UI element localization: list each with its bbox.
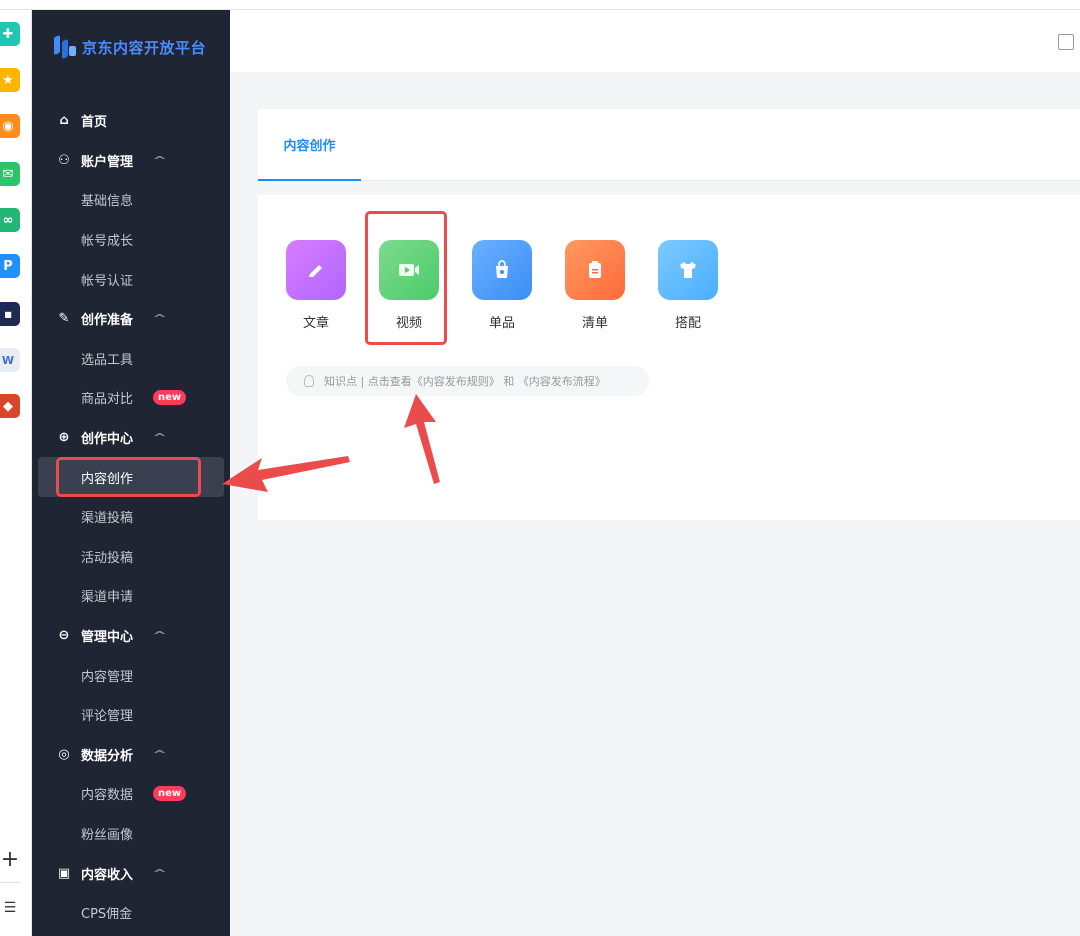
sidebar-item-label: 活动投稿 <box>81 550 134 566</box>
sidebar-item-12[interactable]: 渠道申请 <box>32 576 230 616</box>
sidebar-group-1[interactable]: ⚇ 账户管理 ^ <box>32 141 230 181</box>
sidebar-item-label: 创作中心 <box>81 432 134 448</box>
tip-bar[interactable]: 知识点 | 点击查看《内容发布规则》 和 《内容发布流程》 <box>286 366 649 396</box>
dock-game-icon[interactable]: ◆ <box>0 394 20 418</box>
chevron-up-icon[interactable]: ^ <box>152 629 167 642</box>
bag-icon[interactable] <box>472 240 532 300</box>
dock-app-icon[interactable]: ✚ <box>0 22 20 46</box>
sidebar-group-0[interactable]: ⌂ 首页 <box>32 101 230 141</box>
chevron-up-icon[interactable]: ^ <box>152 431 167 444</box>
sidebar-item-18[interactable]: 粉丝画像 <box>32 814 230 854</box>
content-type-2[interactable]: 单品 <box>472 240 532 331</box>
dock-mail-icon[interactable]: ✉ <box>0 162 20 186</box>
sidebar-item-label: 首页 <box>81 115 108 131</box>
sidebar-group-16[interactable]: ◎ 数据分析 ^ <box>32 735 230 775</box>
sidebar-item-label: 选品工具 <box>81 352 134 368</box>
chat-icon: ⊖ <box>58 628 70 644</box>
sidebar-group-8[interactable]: ⊕ 创作中心 ^ <box>32 418 230 458</box>
tip-text: 知识点 | 点击查看《内容发布规则》 和 《内容发布流程》 <box>324 375 606 388</box>
sidebar-nav: ⌂ 首页 ⚇ 账户管理 ^ 基础信息帐号成长帐号认证 ✎ 创作准备 ^ 选品工具商品对比 new ⊕ 创… <box>32 101 230 932</box>
chevron-up-icon[interactable]: ^ <box>152 154 167 167</box>
sidebar-item-11[interactable]: 活动投稿 <box>32 537 230 577</box>
sidebar-item-label: 管理中心 <box>81 630 134 646</box>
lightbulb-icon <box>304 375 314 387</box>
sidebar-item-3[interactable]: 帐号成长 <box>32 220 230 260</box>
sidebar-item-7[interactable]: 商品对比 new <box>32 378 230 418</box>
sidebar-item-label: 创作准备 <box>81 313 134 329</box>
clipboard-icon[interactable] <box>565 240 625 300</box>
wallet-icon: ▣ <box>57 865 71 881</box>
plus-circle-icon: ⊕ <box>58 430 70 446</box>
sidebar-item-2[interactable]: 基础信息 <box>32 180 230 220</box>
sidebar-group-19[interactable]: ▣ 内容收入 ^ <box>32 853 230 893</box>
sidebar-item-label: 数据分析 <box>81 748 134 764</box>
edit-icon[interactable] <box>1058 34 1074 50</box>
dock-list-icon[interactable]: ☰ <box>0 900 20 920</box>
sidebar-item-label: CPS佣金 <box>81 907 133 923</box>
content-type-0[interactable]: 文章 <box>286 240 346 331</box>
sidebar-item-label: 帐号认证 <box>81 273 134 289</box>
shirt-icon[interactable] <box>658 240 718 300</box>
logo-text: 京东内容开放平台 <box>82 38 207 57</box>
sidebar-group-13[interactable]: ⊖ 管理中心 ^ <box>32 616 230 656</box>
sidebar-group-5[interactable]: ✎ 创作准备 ^ <box>32 299 230 339</box>
sidebar-item-6[interactable]: 选品工具 <box>32 339 230 379</box>
tab-bar: 内容创作 <box>258 109 1080 181</box>
sidebar-item-label: 渠道申请 <box>81 590 134 606</box>
sidebar-item-20[interactable]: CPS佣金 <box>32 893 230 933</box>
sidebar-item-label: 基础信息 <box>81 194 134 210</box>
browser-top-bar <box>0 0 1080 10</box>
dock-weibo-icon[interactable]: ◉ <box>0 114 20 138</box>
dock-news-icon[interactable]: ■ <box>0 302 20 326</box>
user-icon: ⚇ <box>58 152 70 168</box>
sidebar-item-label: 粉丝画像 <box>81 827 134 843</box>
dock-star-icon[interactable]: ★ <box>0 68 20 92</box>
dock-cloud-icon[interactable]: ∞ <box>0 208 20 232</box>
sidebar-item-17[interactable]: 内容数据 new <box>32 774 230 814</box>
logo[interactable]: 京东内容开放平台 <box>52 32 206 62</box>
pencil-icon[interactable] <box>286 240 346 300</box>
content-type-label: 单品 <box>488 316 515 331</box>
logo-mark-icon <box>52 34 78 60</box>
sidebar-item-label: 账户管理 <box>81 154 134 170</box>
sidebar-item-label: 商品对比 <box>81 392 134 408</box>
arrow-to-video-icon <box>404 394 440 484</box>
sidebar-item-label: 内容数据 <box>81 788 134 804</box>
content-type-label: 文章 <box>302 316 329 331</box>
active-item-highlight <box>56 457 201 497</box>
chevron-up-icon[interactable]: ^ <box>152 312 167 325</box>
app-dock: ✚ ★ ◉ ✉ ∞ P ■ W ◆ + ☰ <box>0 10 32 936</box>
home-icon: ⌂ <box>59 113 69 129</box>
sidebar-item-label: 内容收入 <box>81 867 134 883</box>
video-option-highlight <box>365 211 447 345</box>
new-badge: new <box>153 390 187 406</box>
sidebar-item-label: 评论管理 <box>81 709 134 725</box>
arrow-to-sidebar-icon <box>222 456 350 492</box>
dock-doc-icon[interactable]: W <box>0 348 20 372</box>
content-type-label: 清单 <box>581 316 608 331</box>
dock-divider <box>0 882 20 883</box>
sidebar-item-14[interactable]: 内容管理 <box>32 655 230 695</box>
content-type-label: 搭配 <box>674 316 701 331</box>
target-icon: ◎ <box>58 746 70 762</box>
tab-separator <box>258 181 1080 195</box>
sidebar-item-label: 渠道投稿 <box>81 511 134 527</box>
pen-icon: ✎ <box>58 311 70 327</box>
sidebar-item-label: 内容管理 <box>81 669 134 685</box>
sidebar-item-label: 帐号成长 <box>81 234 134 250</box>
new-badge: new <box>153 786 187 802</box>
main-header <box>230 10 1080 72</box>
sidebar-item-4[interactable]: 帐号认证 <box>32 259 230 299</box>
content-type-4[interactable]: 搭配 <box>658 240 718 331</box>
chevron-up-icon[interactable]: ^ <box>152 867 167 880</box>
dock-add-icon[interactable]: + <box>0 848 20 872</box>
sidebar-item-15[interactable]: 评论管理 <box>32 695 230 735</box>
chevron-up-icon[interactable]: ^ <box>152 748 167 761</box>
content-type-3[interactable]: 清单 <box>565 240 625 331</box>
dock-p-icon[interactable]: P <box>0 254 20 278</box>
tab-content-create[interactable]: 内容创作 <box>258 109 361 181</box>
sidebar-item-10[interactable]: 渠道投稿 <box>32 497 230 537</box>
